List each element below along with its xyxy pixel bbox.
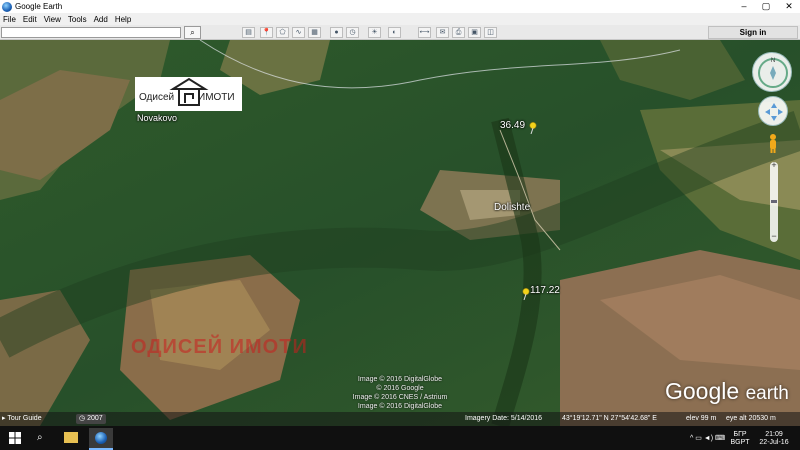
email-icon[interactable]: ✉ [436,27,449,38]
search-button[interactable]: ⌕ [184,26,201,39]
street-view-pegman-icon[interactable] [767,133,779,153]
search-icon: ⌕ [190,28,195,37]
zoom-out-icon[interactable]: − [770,231,778,241]
satellite-imagery [0,40,800,426]
pushpin-icon[interactable] [529,121,537,135]
pin-label[interactable]: 36.49 [500,120,525,131]
polygon-icon[interactable]: ⬠ [276,27,289,38]
agency-logo: Одисей ИМОТИ [135,77,242,111]
look-control[interactable]: N [752,52,792,92]
historical-year-chip[interactable]: ◷ 2007 [76,414,106,424]
menu-tools[interactable]: Tools [68,15,87,24]
clock-time: 21:09 [765,431,783,438]
brand-earth: earth [745,383,789,404]
ruler-icon[interactable]: ⟷ [418,27,431,38]
zoom-thumb[interactable] [771,200,777,203]
watermark-text: ОДИСЕЙ ИМОТИ [131,336,308,358]
sign-in-button[interactable]: Sign in [708,26,798,39]
tour-guide-button[interactable]: ▸ Tour Guide [2,414,42,422]
pushpin-icon[interactable] [522,287,530,301]
sunlight-icon[interactable]: ☀ [368,27,381,38]
menu-add[interactable]: Add [94,15,108,24]
image-overlay-icon[interactable]: ▦ [308,27,321,38]
language-secondary: BGPT [730,439,750,446]
path-icon[interactable]: ∿ [292,27,305,38]
coordinates-readout: 43°19'12.71" N 27°54'42.68" E [562,415,657,422]
record-tour-icon[interactable]: ● [330,27,343,38]
map-viewport[interactable]: Одисей ИМОТИ Novakovo Dolishte 36.49 117… [0,40,800,426]
search-icon[interactable]: ⌕ [37,432,43,443]
menu-bar: File Edit View Tools Add Help [0,13,800,25]
compass-icon: N [758,58,788,88]
credit-line: Image © 2016 DigitalGlobe [357,376,443,383]
save-image-icon[interactable]: ▣ [468,27,481,38]
menu-view[interactable]: View [44,15,61,24]
tray-icons[interactable]: ^ ▭ ◄) ⌨ [690,434,725,442]
google-earth-brand: Google earth [665,378,789,405]
language-primary: БГР [733,431,747,438]
placemark-icon[interactable]: 📍 [260,27,273,38]
imagery-credits: Image © 2016 DigitalGlobe © 2016 Google … [330,375,470,411]
input-language[interactable]: БГР BGPT [728,431,752,447]
google-earth-app-icon [2,1,12,12]
imagery-date: Imagery Date: 5/14/2016 [465,415,543,422]
google-earth-icon [95,432,107,444]
close-button[interactable]: ✕ [778,0,800,13]
pin-label[interactable]: 117.22 [530,285,560,296]
windows-start-icon[interactable] [9,432,21,444]
window-titlebar: Google Earth – ▢ ✕ [0,0,800,13]
maps-icon[interactable]: ◫ [484,27,497,38]
menu-edit[interactable]: Edit [23,15,37,24]
svg-text:N: N [771,58,775,64]
tour-guide-label: Tour Guide [7,415,42,422]
place-label-novakovo[interactable]: Novakovo [137,113,177,123]
status-bar: ▸ Tour Guide ◷ 2007 Imagery Date: 5/14/2… [0,412,800,426]
credit-line: © 2016 Google [376,385,424,392]
clock-date: 22-Jul-16 [759,439,789,446]
minimize-button[interactable]: – [733,0,755,13]
place-label-dolishte[interactable]: Dolishte [494,202,530,213]
planets-icon[interactable]: ◐ [388,27,401,38]
historical-imagery-icon[interactable]: ◷ [346,27,359,38]
windows-taskbar: ⌕ ^ ▭ ◄) ⌨ БГР BGPT 21:09 22-Jul-16 [0,426,800,450]
pan-arrows-icon [765,103,783,121]
window-title: Google Earth [15,2,63,11]
logo-text-left: Одисей [139,92,175,103]
menu-file[interactable]: File [3,15,16,24]
file-explorer-icon[interactable] [64,432,78,443]
zoom-slider[interactable]: + − [770,160,778,242]
menu-help[interactable]: Help [115,15,131,24]
toolbar: ⌕ ▤ 📍 ⬠ ∿ ▦ ● ◷ ☀ ◐ ⟷ ✉ ⎙ ▣ ◫ Sign in [0,25,800,40]
elevation-readout: elev 99 m [686,415,717,422]
search-input[interactable] [1,27,181,38]
year-label: 2007 [87,415,103,422]
move-control[interactable] [758,96,788,126]
google-earth-taskbar-button[interactable] [89,428,113,450]
sidebar-icon[interactable]: ▤ [242,27,255,38]
maximize-button[interactable]: ▢ [755,0,777,13]
credit-line: Image © 2016 DigitalGlobe [357,403,443,410]
eye-altitude-readout: eye alt 20530 m [726,415,776,422]
logo-text-right: ИМОТИ [198,92,235,103]
zoom-in-icon[interactable]: + [770,160,778,170]
clock[interactable]: 21:09 22-Jul-16 [754,431,794,447]
print-icon[interactable]: ⎙ [452,27,465,38]
brand-google: Google [665,378,740,404]
credit-line: Image © 2016 CNES / Astrium [352,394,448,401]
